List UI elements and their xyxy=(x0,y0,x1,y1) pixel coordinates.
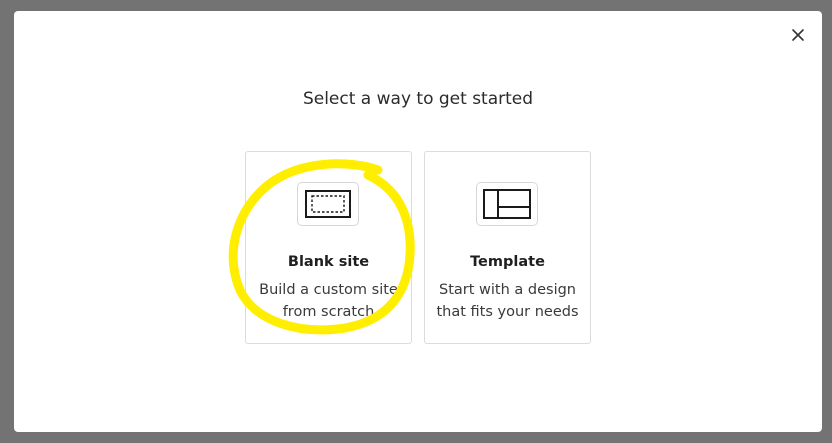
template-title: Template xyxy=(470,254,545,270)
template-option[interactable]: Template Start with a design that fits y… xyxy=(424,151,591,344)
close-button[interactable] xyxy=(790,27,806,43)
blank-page-icon xyxy=(297,182,359,226)
get-started-dialog: Select a way to get started Blank site B… xyxy=(14,11,822,432)
blank-site-description: Build a custom site from scratch xyxy=(259,282,398,320)
close-icon xyxy=(792,29,804,41)
blank-site-title: Blank site xyxy=(287,254,370,270)
blank-site-option[interactable]: Blank site Build a custom site from scra… xyxy=(245,151,412,344)
template-description: Start with a design that fits your needs xyxy=(436,282,579,320)
dialog-title: Select a way to get started xyxy=(302,89,534,109)
template-layout-icon xyxy=(476,182,538,226)
